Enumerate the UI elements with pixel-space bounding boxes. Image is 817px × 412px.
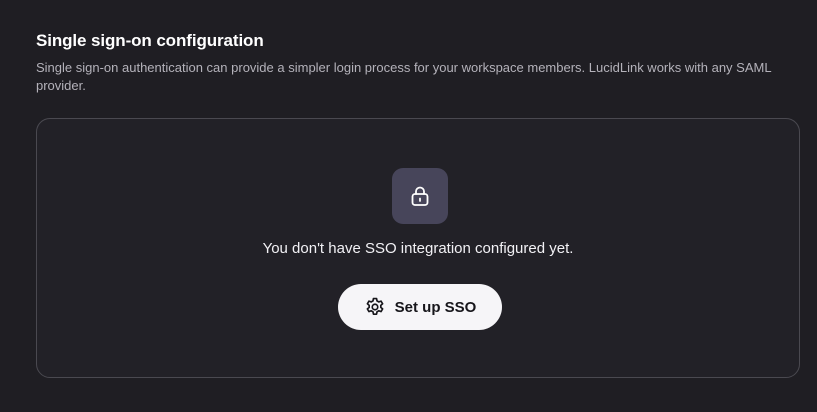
lock-icon-tile [392,168,448,224]
section-title: Single sign-on configuration [36,31,264,50]
set-up-sso-label: Set up SSO [394,298,477,316]
empty-state-message: You don't have SSO integration configure… [262,240,574,257]
lock-icon [410,185,430,207]
gear-icon [364,296,386,318]
set-up-sso-button[interactable]: Set up SSO [338,284,502,330]
section-description: Single sign-on authentication can provid… [36,60,772,93]
sso-empty-state-card: You don't have SSO integration configure… [36,118,800,378]
